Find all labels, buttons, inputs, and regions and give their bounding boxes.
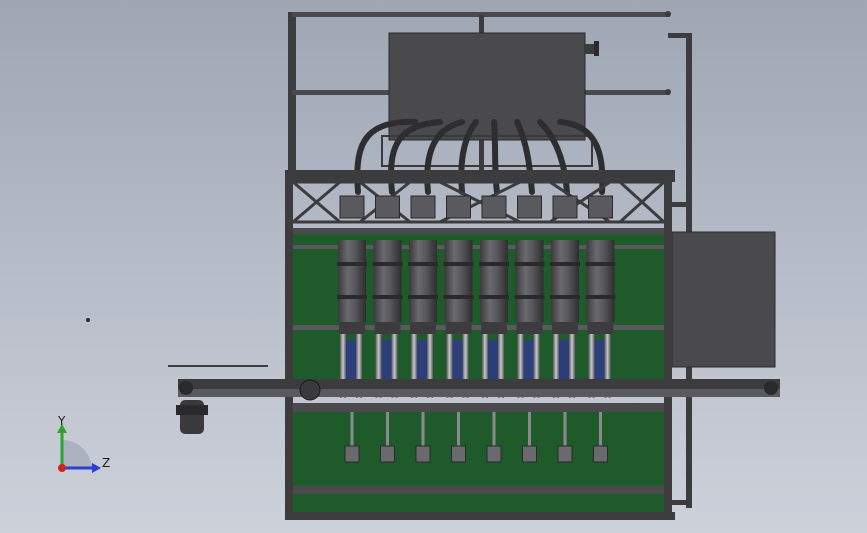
fill-nozzle [386, 412, 389, 446]
dosing-cylinder [409, 240, 437, 322]
nozzle-tip [344, 445, 360, 463]
fill-nozzle [599, 412, 602, 446]
cylinder-ring [585, 262, 616, 266]
cylinder-ring [337, 295, 367, 299]
cylinder-clamp [587, 322, 614, 334]
cylinder-ring [443, 295, 474, 299]
cylinder-clamp [374, 322, 401, 334]
cylinder-ring [479, 262, 509, 266]
cylinder-clamp [516, 322, 543, 334]
valve-head [375, 195, 400, 219]
fill-nozzle [563, 412, 567, 446]
filling-machine-model[interactable] [0, 0, 867, 533]
nozzle-tip [486, 445, 502, 463]
dosing-cylinder [373, 240, 402, 322]
cylinder-ring [408, 262, 438, 266]
cylinder-ring [479, 295, 509, 299]
dosing-cylinder [586, 240, 615, 322]
valve-head [446, 195, 471, 219]
nozzle-tip [380, 445, 395, 463]
fill-nozzle [350, 412, 354, 446]
cylinder-ring [443, 262, 474, 266]
cylinder-ring [372, 262, 403, 266]
cylinder-ring [514, 262, 545, 266]
dosing-cylinder [338, 240, 366, 322]
cylinder-clamp [552, 322, 578, 334]
cylinder-clamp [481, 322, 507, 334]
nozzle-tip [415, 445, 431, 463]
cylinder-ring [550, 295, 580, 299]
z-axis-label: Z [102, 456, 111, 470]
fill-nozzle [457, 412, 460, 446]
nozzle-tip [557, 445, 573, 463]
coordinate-triad[interactable] [57, 424, 101, 473]
cylinder-ring [514, 295, 545, 299]
valve-head [552, 195, 578, 219]
valve-head [410, 195, 436, 219]
dosing-cylinder [551, 240, 579, 322]
fill-nozzle [528, 412, 531, 446]
dosing-cylinder [480, 240, 508, 322]
fill-nozzle [421, 412, 425, 446]
dosing-cylinder [444, 240, 473, 322]
cylinder-ring [408, 295, 438, 299]
valve-head [339, 195, 365, 219]
y-axis-label: Y [58, 414, 66, 428]
fill-nozzle [492, 412, 496, 446]
conveyor-motor [176, 400, 208, 434]
side-tank [671, 231, 776, 368]
valve-head [588, 195, 613, 219]
product-tank [381, 32, 599, 167]
cylinder-ring [550, 262, 580, 266]
cylinder-clamp [410, 322, 436, 334]
dosing-cylinder [515, 240, 544, 322]
cad-viewport[interactable]: Y Z [0, 0, 867, 533]
valve-head [517, 195, 542, 219]
cylinder-clamp [339, 322, 365, 334]
cylinder-ring [372, 295, 403, 299]
cylinder-ring [585, 295, 616, 299]
x-axis-dot [58, 464, 66, 472]
cylinder-clamp [445, 322, 472, 334]
nozzle-tip [451, 445, 466, 463]
nozzle-tip [522, 445, 537, 463]
stray-point [86, 318, 90, 322]
valve-head [481, 195, 507, 219]
cylinder-ring [337, 262, 367, 266]
nozzle-tip [593, 445, 608, 463]
